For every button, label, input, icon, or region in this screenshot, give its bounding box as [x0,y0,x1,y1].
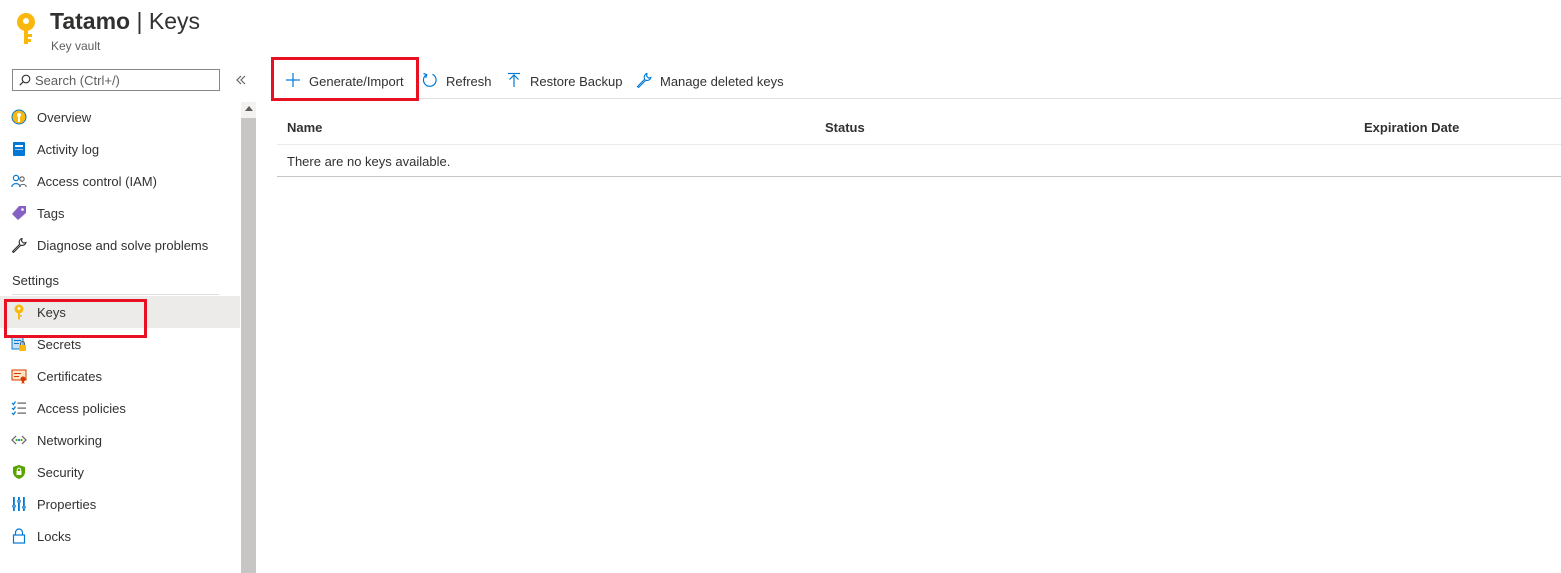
sidebar-nav: Overview Activity log Access control (IA… [0,101,240,552]
keys-table: Name Status Expiration Date There are no… [277,110,1561,177]
sidebar-item-access-control[interactable]: Access control (IAM) [0,165,240,197]
restore-backup-label: Restore Backup [530,74,623,89]
resource-name: Tatamo [50,8,131,34]
sidebar-item-label: Secrets [37,337,82,352]
resource-type: Key vault [51,39,101,53]
network-icon [11,435,27,445]
sidebar-item-certificates[interactable]: Certificates [0,360,240,392]
overview-icon [11,109,27,125]
sidebar-item-tags[interactable]: Tags [0,197,240,229]
sidebar-item-label: Access control (IAM) [37,174,157,189]
sidebar-scrollbar[interactable] [241,102,256,573]
sidebar-item-access-policies[interactable]: Access policies [0,392,240,424]
wrench-icon [636,72,652,88]
sidebar-item-properties[interactable]: Properties [0,488,240,520]
empty-state-message: There are no keys available. [287,154,451,169]
sidebar-item-overview[interactable]: Overview [0,101,240,133]
generate-import-label: Generate/Import [309,74,404,89]
refresh-icon [422,72,437,87]
sidebar-item-activity-log[interactable]: Activity log [0,133,240,165]
key-icon [17,13,35,44]
secret-icon [11,336,26,351]
users-icon [11,174,27,188]
scrollbar-thumb[interactable] [241,118,256,573]
empty-state-row: There are no keys available. [277,145,1561,177]
sidebar-item-label: Keys [37,305,66,320]
sidebar-item-keys[interactable]: Keys [0,296,240,328]
search-icon [19,74,31,86]
sidebar-item-label: Tags [37,206,65,221]
sidebar-item-diagnose[interactable]: Diagnose and solve problems [0,229,240,261]
refresh-label: Refresh [446,74,492,89]
key-icon [14,304,24,320]
activity-log-icon [13,142,25,156]
sidebar-item-label: Security [37,465,84,480]
shield-icon [13,465,25,479]
upload-arrow-icon [508,72,520,87]
sidebar-item-label: Access policies [37,401,126,416]
sidebar-item-label: Diagnose and solve problems [37,238,209,253]
sidebar-item-label: Properties [37,497,97,512]
sidebar-item-label: Activity log [37,142,100,157]
sidebar-item-networking[interactable]: Networking [0,424,240,456]
sidebar-item-label: Locks [37,529,71,544]
command-bar: Generate/Import Refresh Restore Backup M… [277,64,1561,99]
sidebar: Overview Activity log Access control (IA… [0,60,256,573]
page-name: Keys [148,8,200,34]
sidebar-item-locks[interactable]: Locks [0,520,240,552]
title-separator: | [130,8,149,34]
sidebar-item-secrets[interactable]: Secrets [0,328,240,360]
sidebar-item-label: Certificates [37,369,103,384]
page-title: Tatamo | Keys [50,8,200,35]
page-header: Tatamo | Keys Key vault [0,0,1561,60]
column-header-name[interactable]: Name [287,120,322,135]
wrench-icon [11,237,27,253]
scroll-up-arrow-icon[interactable] [245,106,253,111]
sidebar-item-label: Networking [37,433,103,448]
settings-section-header: Settings [0,261,240,296]
plus-icon [286,73,300,87]
column-header-expiration-date[interactable]: Expiration Date [1364,120,1459,135]
certificate-icon [11,369,27,384]
lock-icon [12,528,26,544]
properties-icon [12,497,26,511]
section-label: Settings [12,273,59,288]
sidebar-item-security[interactable]: Security [0,456,240,488]
double-chevron-left-icon[interactable] [233,72,249,88]
section-divider [12,294,219,295]
search-box[interactable] [12,69,220,91]
manage-deleted-keys-label: Manage deleted keys [660,74,784,89]
tag-icon [12,206,26,220]
checklist-icon [11,401,26,416]
column-header-status[interactable]: Status [825,120,865,135]
table-header: Name Status Expiration Date [277,110,1561,145]
search-input[interactable] [35,71,215,89]
sidebar-item-label: Overview [37,110,92,125]
